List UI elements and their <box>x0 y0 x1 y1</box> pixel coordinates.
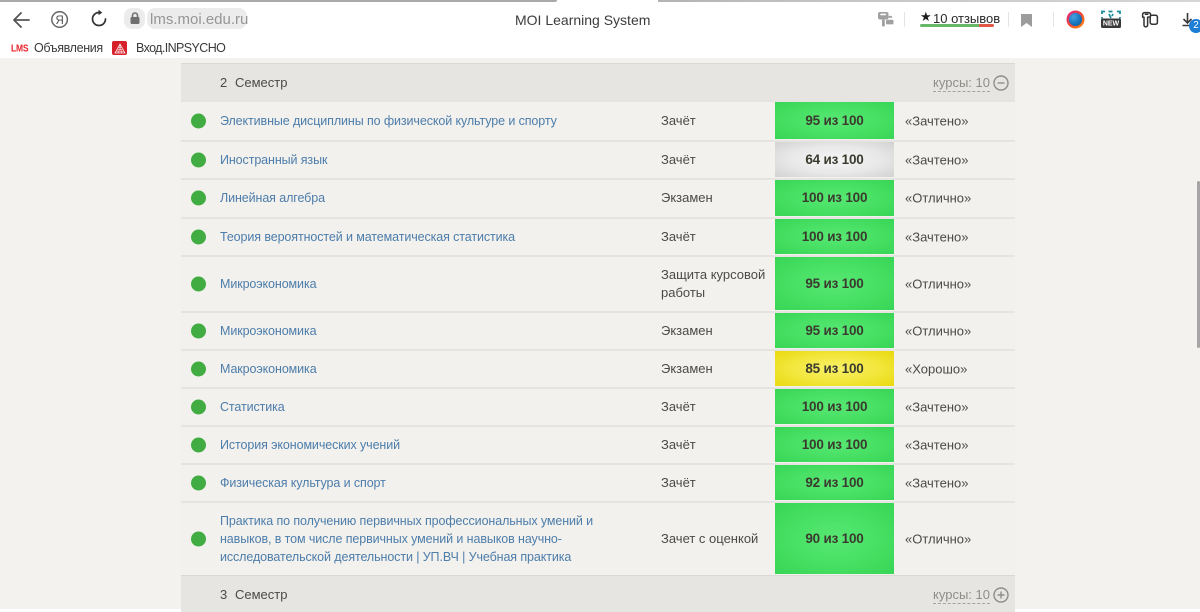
svg-text:NEW: NEW <box>1103 21 1120 28</box>
svg-text:Я: Я <box>55 15 63 27</box>
